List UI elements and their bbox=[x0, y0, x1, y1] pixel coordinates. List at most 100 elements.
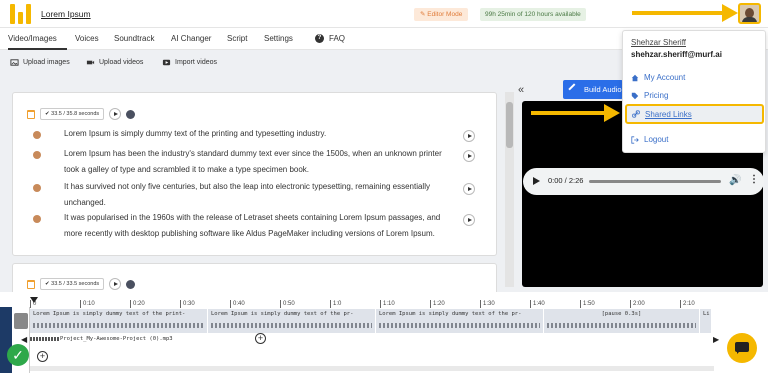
voice-segment[interactable]: Lorem Ipsum is simply dummy text of the … bbox=[30, 309, 208, 333]
paragraph-text[interactable]: It has survived not only five centuries,… bbox=[64, 179, 444, 211]
segment-label: [pause 0.3s] bbox=[601, 311, 642, 317]
play-paragraph-button[interactable] bbox=[463, 150, 475, 162]
chat-support-button[interactable] bbox=[727, 333, 757, 363]
play-icon bbox=[467, 154, 472, 158]
play-paragraph-button[interactable] bbox=[463, 183, 475, 195]
duration-label: 33.5 / 33.5 seconds bbox=[51, 281, 100, 287]
editor-mode-label: Editor Mode bbox=[427, 11, 463, 18]
menu-item-pricing[interactable]: Pricing bbox=[631, 91, 668, 100]
delete-block-icon[interactable] bbox=[27, 109, 35, 119]
play-paragraph-button[interactable] bbox=[463, 214, 475, 226]
project-title[interactable]: Lorem Ipsum bbox=[41, 9, 91, 19]
paragraph-text[interactable]: Lorem Ipsum is simply dummy text of the … bbox=[64, 126, 444, 142]
ruler-tick: 1:30 bbox=[480, 300, 495, 308]
add-track-button[interactable]: + bbox=[37, 351, 48, 362]
segment-label: Lorem Ipsum is simply dummy text of the … bbox=[33, 311, 186, 317]
upload-images-label: Upload images bbox=[23, 59, 70, 66]
ruler-tick: 1:40 bbox=[530, 300, 545, 308]
link-icon bbox=[632, 110, 640, 118]
player-time: 0:00 / 2:26 bbox=[548, 176, 584, 185]
media-toolbar: Upload images Upload videos Import video… bbox=[0, 51, 510, 75]
play-icon bbox=[113, 112, 118, 116]
ruler-tick: 1:50 bbox=[580, 300, 595, 308]
speaker-avatar-icon[interactable] bbox=[33, 131, 41, 139]
player-play-icon[interactable] bbox=[533, 177, 540, 185]
tab-voices[interactable]: Voices bbox=[75, 34, 99, 43]
tab-faq-label: FAQ bbox=[329, 34, 346, 43]
menu-item-label: Logout bbox=[644, 135, 669, 144]
play-block-button[interactable] bbox=[109, 108, 122, 120]
user-avatar[interactable] bbox=[738, 3, 761, 24]
download-icon[interactable] bbox=[126, 109, 136, 119]
tab-video-images[interactable]: Video/Images bbox=[8, 34, 57, 43]
build-audio-button[interactable]: Build Audio bbox=[563, 80, 623, 99]
music-track[interactable]: Project_My-Awesome-Project (0).mp3 bbox=[30, 333, 265, 345]
menu-item-label: Pricing bbox=[644, 91, 669, 100]
murf-logo-icon[interactable] bbox=[10, 4, 32, 24]
image-icon bbox=[10, 59, 19, 66]
speaker-avatar-icon[interactable] bbox=[33, 215, 41, 223]
import-videos-button[interactable]: Import videos bbox=[162, 58, 217, 67]
paragraph-text[interactable]: Lorem Ipsum has been the industry's stan… bbox=[64, 146, 444, 178]
upload-images-button[interactable]: Upload images bbox=[10, 58, 70, 67]
duration-chip: ✔ 33.5 / 33.5 seconds bbox=[40, 278, 105, 290]
annotation-arrow-head-icon bbox=[722, 4, 738, 22]
duration-label: 33.5 / 35.8 seconds bbox=[51, 111, 100, 117]
block-header: ✔ 33.5 / 35.8 seconds bbox=[27, 108, 136, 120]
tab-faq[interactable]: ? FAQ bbox=[315, 34, 345, 43]
hours-available-badge: 99h 25min of 120 hours available bbox=[480, 8, 586, 21]
tab-soundtrack[interactable]: Soundtrack bbox=[114, 34, 154, 43]
play-icon bbox=[467, 218, 472, 222]
tab-ai-changer[interactable]: AI Changer bbox=[171, 34, 211, 43]
menu-item-logout[interactable]: Logout bbox=[631, 135, 668, 144]
audio-player: 0:00 / 2:26 🔊 ⋮ bbox=[523, 168, 764, 195]
tab-script[interactable]: Script bbox=[227, 34, 247, 43]
menu-item-label: My Account bbox=[644, 73, 686, 82]
ruler-tick: 2:10 bbox=[680, 300, 695, 308]
import-video-icon bbox=[162, 59, 171, 66]
scroll-left-icon[interactable]: ◀ bbox=[21, 335, 27, 344]
speaker-avatar-icon[interactable] bbox=[33, 184, 41, 192]
player-seek-bar[interactable] bbox=[589, 180, 721, 183]
music-track-label: Project_My-Awesome-Project (0).mp3 bbox=[60, 336, 173, 342]
ruler-tick: 0:50 bbox=[280, 300, 295, 308]
collapse-preview-icon[interactable]: « bbox=[518, 84, 524, 96]
speaker-avatar-icon[interactable] bbox=[33, 151, 41, 159]
delete-block-icon[interactable] bbox=[27, 279, 35, 289]
voice-segment[interactable]: Lorem Ipsum is simply dummy text of the … bbox=[376, 309, 544, 333]
play-icon bbox=[467, 187, 472, 191]
voice-track-icon[interactable] bbox=[14, 313, 28, 329]
menu-item-my-account[interactable]: My Account bbox=[631, 73, 685, 82]
account-menu: Shehzar Sheriff shehzar.sheriff@murf.ai … bbox=[622, 30, 766, 153]
play-icon bbox=[113, 282, 118, 286]
volume-icon[interactable]: 🔊 bbox=[729, 176, 741, 186]
check-icon[interactable]: ✓ bbox=[7, 344, 29, 366]
play-paragraph-button[interactable] bbox=[463, 130, 475, 142]
upload-videos-button[interactable]: Upload videos bbox=[86, 58, 143, 67]
playhead-icon[interactable] bbox=[30, 297, 38, 303]
download-icon[interactable] bbox=[126, 279, 136, 289]
ruler-tick: 0:40 bbox=[230, 300, 245, 308]
scroll-right-icon[interactable]: ▶ bbox=[713, 335, 719, 344]
video-camera-icon bbox=[86, 60, 95, 65]
ruler-tick: 0:20 bbox=[130, 300, 145, 308]
voice-segment[interactable]: Lorem Ipsum is simply dummy text of the … bbox=[208, 309, 376, 333]
logout-icon bbox=[631, 135, 639, 144]
tab-settings[interactable]: Settings bbox=[264, 34, 293, 43]
more-options-icon[interactable]: ⋮ bbox=[749, 175, 759, 185]
home-icon bbox=[631, 74, 639, 81]
voice-segment[interactable]: Li bbox=[700, 309, 712, 333]
pause-segment[interactable]: [pause 0.3s] bbox=[544, 309, 700, 333]
timeline-scrollbar[interactable] bbox=[30, 366, 714, 371]
script-scrollbar-thumb[interactable] bbox=[506, 102, 513, 148]
annotation-arrow-head-icon bbox=[604, 104, 620, 122]
editor-mode-badge[interactable]: ✎ Editor Mode bbox=[414, 8, 469, 21]
paragraph-text[interactable]: It was popularised in the 1960s with the… bbox=[64, 210, 444, 242]
account-name[interactable]: Shehzar Sheriff bbox=[631, 38, 686, 47]
menu-item-shared-links[interactable]: Shared Links bbox=[625, 104, 764, 124]
add-music-button[interactable]: + bbox=[255, 333, 266, 344]
play-block-button[interactable] bbox=[109, 278, 122, 290]
tag-icon bbox=[631, 92, 639, 99]
block-header: ✔ 33.5 / 33.5 seconds bbox=[27, 278, 136, 290]
annotation-arrow bbox=[531, 111, 609, 115]
